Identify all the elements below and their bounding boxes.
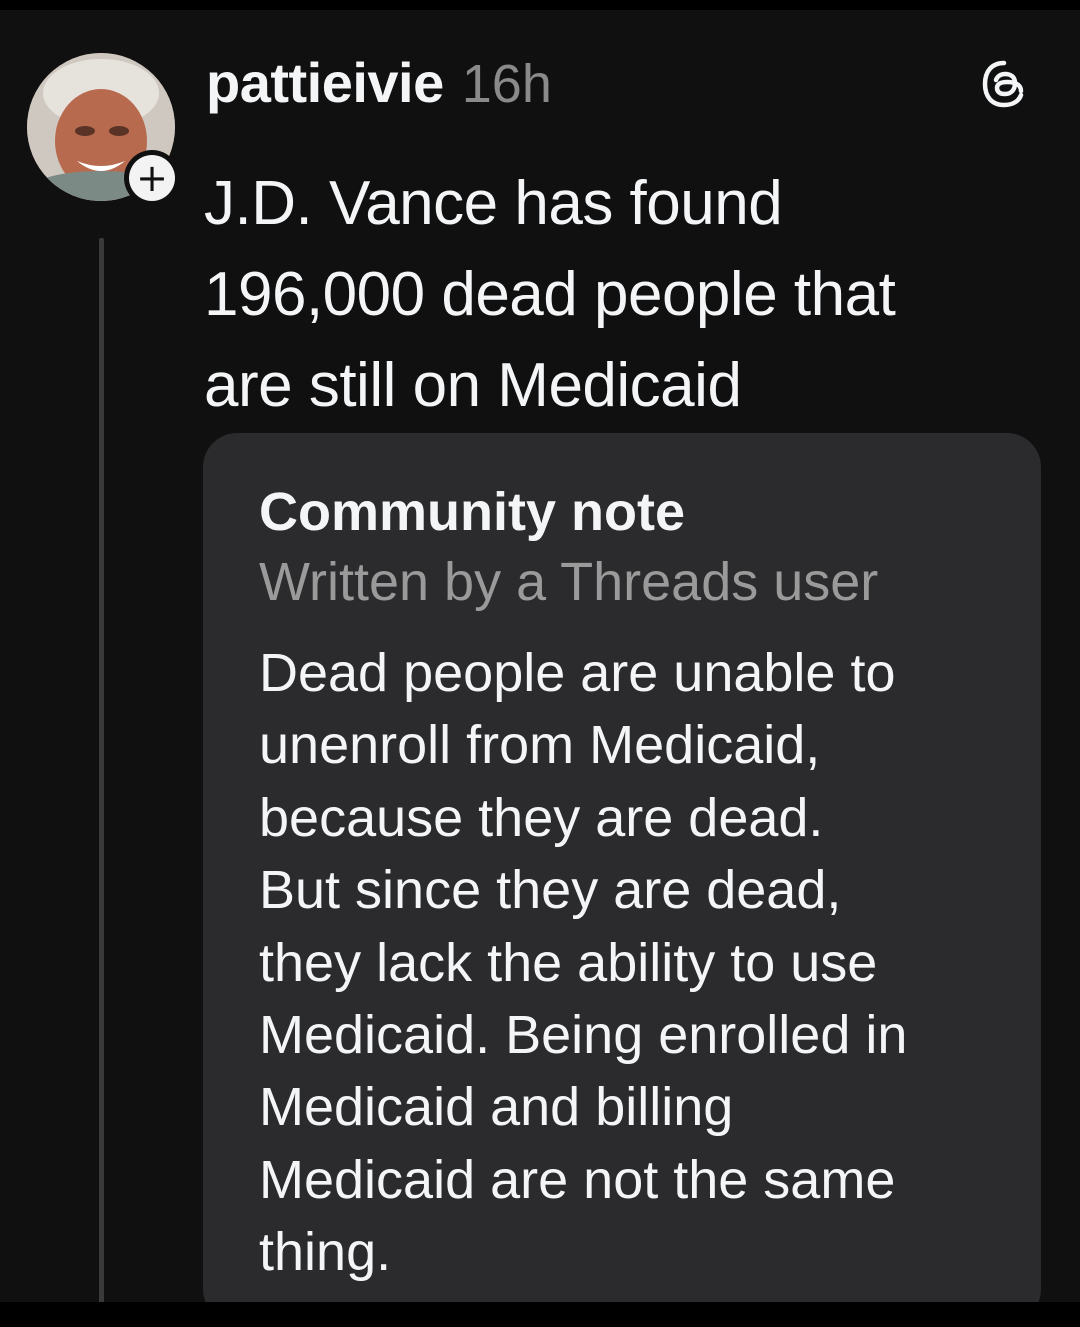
note-line: Medicaid and billing xyxy=(259,1077,734,1138)
note-line: they lack the ability to use xyxy=(259,932,878,993)
post-text: J.D. Vance has found 196,000 dead people… xyxy=(204,158,1044,431)
post-text-line: J.D. Vance has found xyxy=(204,169,783,238)
note-line: thing. xyxy=(259,1222,392,1283)
community-note-title: Community note xyxy=(259,482,685,542)
note-line: But since they are dead, xyxy=(259,860,842,921)
plus-icon: + xyxy=(129,155,175,201)
post-text-line: are still on Medicaid xyxy=(204,351,742,420)
note-line: unenroll from Medicaid, xyxy=(259,715,821,776)
follow-button[interactable]: + xyxy=(124,150,180,206)
note-line: Medicaid. Being enrolled in xyxy=(259,1005,908,1066)
community-note-card[interactable]: Community note Written by a Threads user… xyxy=(203,433,1041,1323)
note-line: because they are dead. xyxy=(259,787,824,848)
post-container: + pattieivie 16h J.D. Vance has found 19… xyxy=(0,10,1080,1323)
thread-line xyxy=(99,238,104,1312)
post-header: pattieivie 16h xyxy=(206,50,552,130)
community-note-subtitle: Written by a Threads user xyxy=(259,552,879,612)
note-line: Medicaid are not the same xyxy=(259,1149,896,1210)
timestamp[interactable]: 16h xyxy=(462,53,552,115)
post-text-line: 196,000 dead people that xyxy=(204,260,896,329)
note-line: Dead people are unable to xyxy=(259,643,896,703)
community-note-body: Dead people are unable to unenroll from … xyxy=(259,637,1029,1289)
threads-logo-icon[interactable] xyxy=(978,58,1030,110)
bottom-edge xyxy=(0,1302,1080,1327)
username[interactable]: pattieivie xyxy=(206,50,444,115)
